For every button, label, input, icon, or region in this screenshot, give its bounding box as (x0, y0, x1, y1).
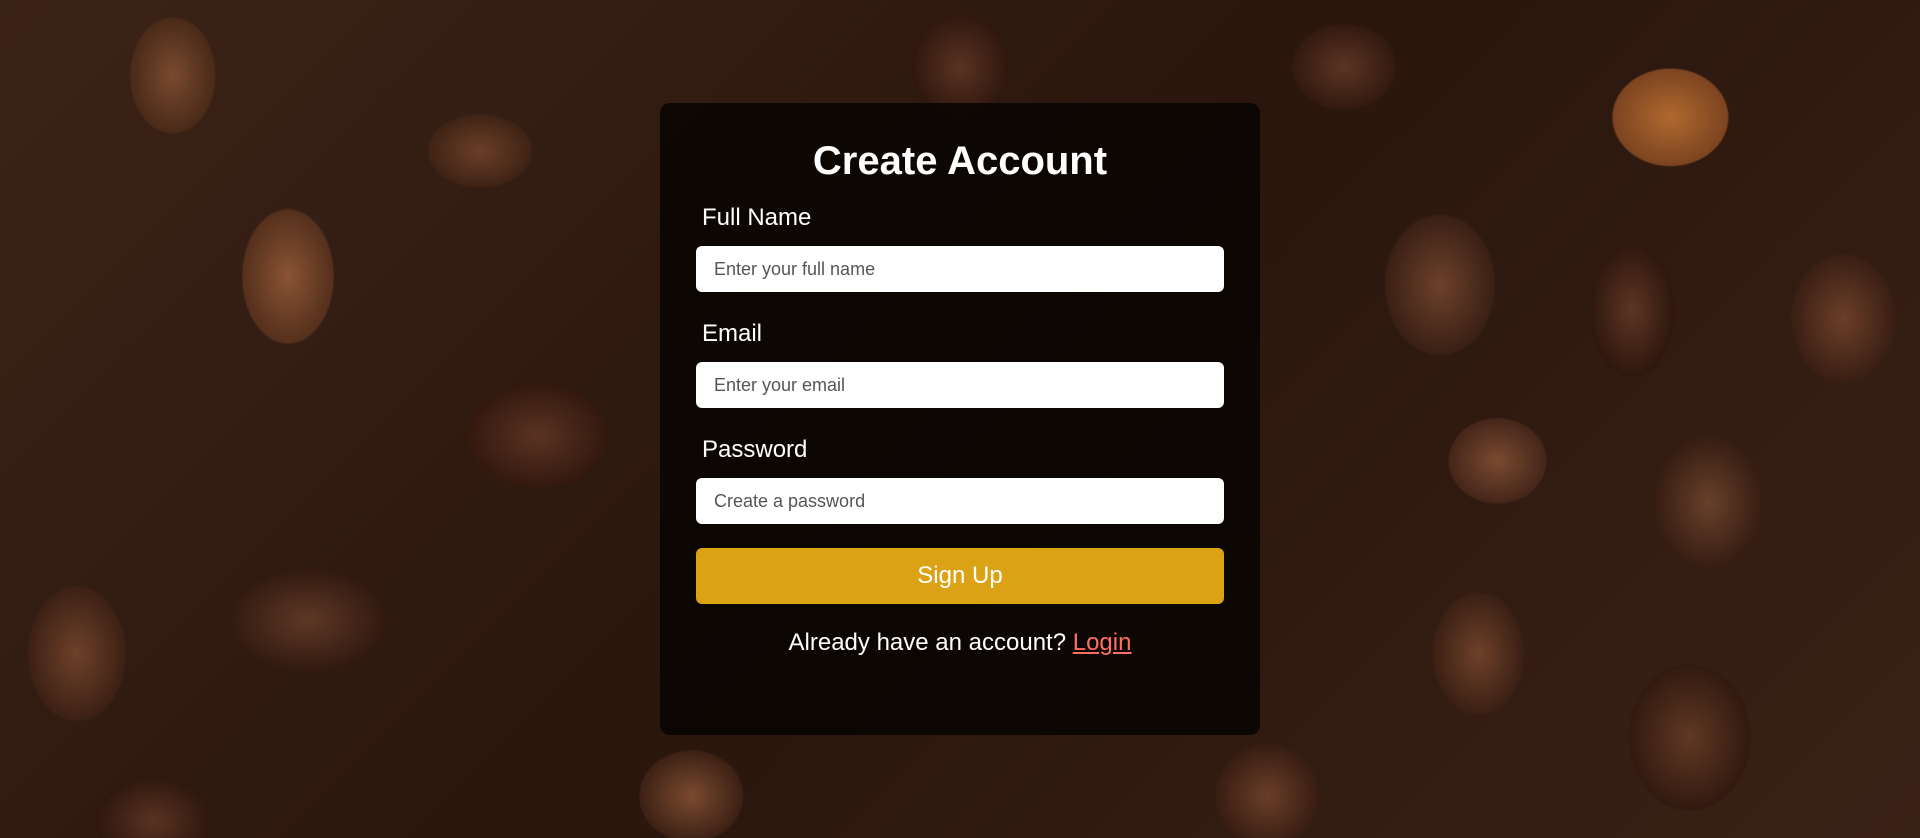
email-label: Email (702, 320, 763, 347)
login-prompt: Already have an account? Login (696, 631, 1224, 655)
page-title: Create Account (812, 139, 1108, 183)
password-label: Password (702, 436, 808, 463)
signup-card: Create Account Full Name Email Password … (660, 103, 1260, 735)
password-input[interactable] (696, 478, 1224, 524)
email-input[interactable] (696, 362, 1224, 408)
login-prompt-text: Already have an account? (788, 629, 1067, 656)
login-link[interactable]: Login (1073, 629, 1132, 656)
sign-up-button[interactable]: Sign Up (696, 548, 1224, 604)
full-name-input[interactable] (696, 246, 1224, 292)
full-name-label: Full Name (702, 204, 812, 231)
